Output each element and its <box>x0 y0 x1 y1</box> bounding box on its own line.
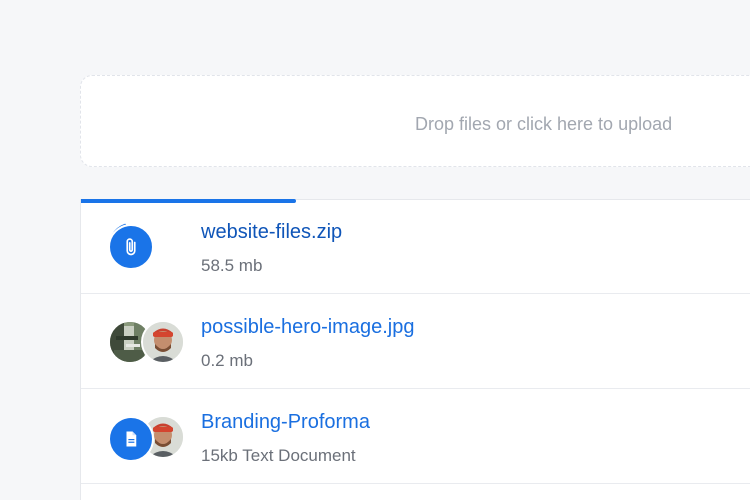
file-upload-page: Drop files or click here to upload websi… <box>0 0 750 500</box>
file-size: 15kb Text Document <box>201 446 356 465</box>
file-name-link[interactable]: Branding-Proforma <box>201 411 370 434</box>
paperclip-icon <box>108 224 154 270</box>
file-row[interactable]: website-files.zip 58.5 mb <box>81 200 750 294</box>
dropzone-label: Drop files or click here to upload <box>415 114 673 134</box>
user-avatar <box>141 320 185 364</box>
file-list: website-files.zip 58.5 mb possible-hero-… <box>80 199 750 500</box>
file-size: 0.2 mb <box>201 351 253 370</box>
file-name-link[interactable]: website-files.zip <box>201 221 342 244</box>
file-size: 58.5 mb <box>201 256 263 275</box>
file-row[interactable]: possible-hero-image.jpg 0.2 mb <box>81 295 750 389</box>
document-icon <box>108 416 154 462</box>
file-dropzone[interactable]: Drop files or click here to upload <box>80 75 750 167</box>
file-row[interactable]: Branding-Proforma 15kb Text Document <box>81 390 750 484</box>
file-name-link[interactable]: possible-hero-image.jpg <box>201 316 414 339</box>
